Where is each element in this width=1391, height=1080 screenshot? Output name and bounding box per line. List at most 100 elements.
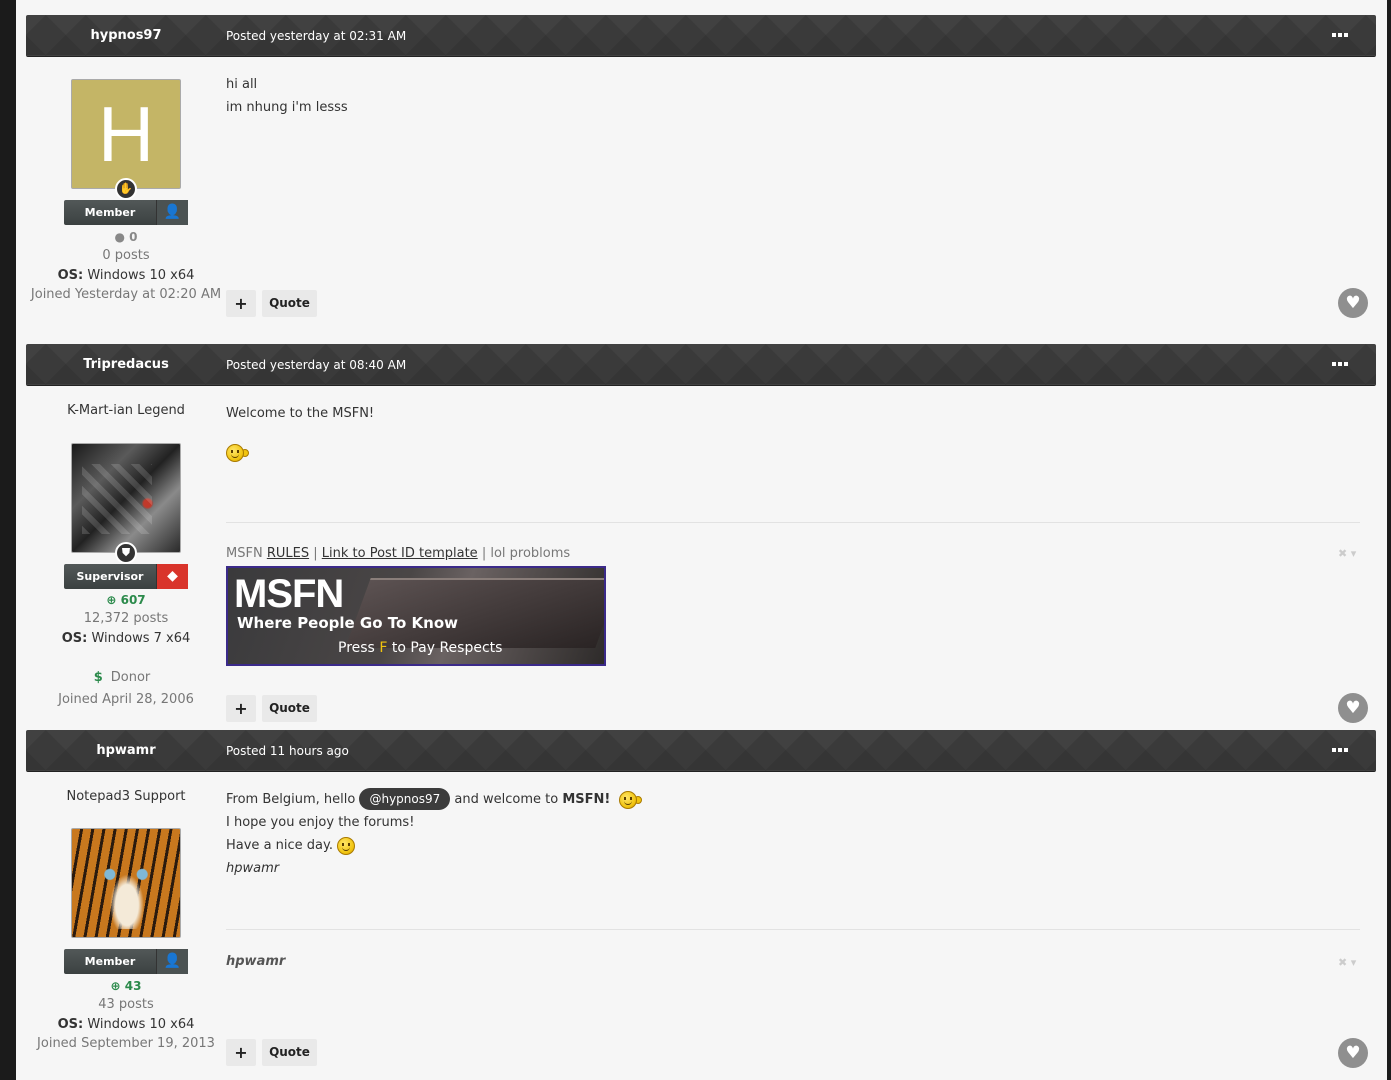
os-label: OS: [57,1017,84,1032]
post-line: Welcome to the MSFN! [226,406,375,421]
user-title: K-Mart-ian Legend [67,403,185,418]
group-label: Member [84,955,136,968]
chevron-down-icon[interactable]: ▾ [1351,547,1357,560]
group-badge: Member 👤 [64,949,188,974]
post-id-template-link[interactable]: Link to Post ID template [322,546,478,561]
ellipsis-icon[interactable] [1332,32,1350,38]
banner-title: MSFN [234,572,344,616]
multiquote-button[interactable]: + [226,695,256,722]
os-info: OS: Windows 10 x64 [26,268,226,283]
post-date[interactable]: Posted yesterday at 02:31 AM [226,15,406,57]
post-line: hpwamr [226,861,280,876]
multiquote-button[interactable]: + [226,290,256,317]
reputation-value: 0 [129,230,138,244]
signature-divider [226,522,1360,523]
msfn-bold: MSFN! [562,792,611,807]
plus-circle-icon: ⊕ [110,979,121,993]
post-body: Welcome to the MSFN! [226,402,374,464]
post-line: I hope you enjoy the forums! [226,815,415,830]
mention-link[interactable]: @hypnos97 [359,788,451,810]
multiquote-button[interactable]: + [226,1039,256,1066]
close-icon[interactable]: ✖ [1338,956,1347,969]
signature-controls[interactable]: ✖ ▾ [1338,547,1356,560]
post-count: 0 posts [102,248,150,263]
ellipsis-icon[interactable] [1332,361,1350,367]
group-label: Member [84,206,136,219]
sig-separator: | [481,546,487,561]
post-hypnos97: hypnos97 Posted yesterday at 02:31 AM H … [26,15,1376,335]
post-date[interactable]: Posted 11 hours ago [226,730,349,772]
banner-press: Press [338,640,375,656]
chevron-down-icon[interactable]: ▾ [1351,956,1357,969]
signature-controls[interactable]: ✖ ▾ [1338,956,1356,969]
signature-divider [226,929,1360,930]
quote-button[interactable]: Quote [262,1039,317,1066]
smiley-icon [337,836,356,855]
os-value: Windows 10 x64 [87,1017,195,1032]
smiley-wave-icon [226,443,244,462]
author-name-link[interactable]: Tripredacus [26,344,226,386]
post-date[interactable]: Posted yesterday at 08:40 AM [226,344,406,386]
os-value: Windows 7 x64 [91,631,191,646]
close-icon[interactable]: ✖ [1338,547,1347,560]
heart-icon[interactable]: ♥ [1338,1038,1368,1068]
smiley-wave-icon [618,790,637,809]
author-name-link[interactable]: hpwamr [26,730,226,772]
quote-button[interactable]: Quote [262,695,317,722]
post-line: hi all [226,77,258,92]
user-title: Notepad3 Support [66,789,186,804]
author-name-link[interactable]: hypnos97 [26,15,226,57]
post-header: Tripredacus Posted yesterday at 08:40 AM [26,344,1376,386]
os-info: OS: Windows 7 x64 [26,631,226,646]
shield-icon[interactable]: ⛊ [115,542,137,564]
sig-prefix: MSFN [226,546,263,561]
post-count: 43 posts [98,997,154,1012]
post-body: hi all im nhung i'm lesss [226,73,348,119]
quote-button[interactable]: Quote [262,290,317,317]
reputation-value: 607 [120,593,146,607]
avatar[interactable]: H [71,79,181,189]
diamond-icon: ◆ [156,564,188,589]
welcome-text: and welcome to [454,792,559,807]
reputation[interactable]: ⊕ 607 [26,593,226,607]
avatar-letter: H [97,90,155,178]
post-body: From Belgium, hello @hypnos97 and welcom… [226,788,642,880]
donor-badge: $ Donor [26,670,226,685]
signature-banner[interactable]: MSFN Where People Go To Know Press F to … [226,566,606,666]
nice-day-text: Have a nice day. [226,838,333,853]
dollar-icon: $ [93,670,103,685]
joined-date: Joined September 19, 2013 [37,1036,215,1051]
heart-icon[interactable]: ♥ [1338,288,1368,318]
reputation[interactable]: ⊕ 43 [26,979,226,993]
hand-icon[interactable]: ✋ [115,178,137,200]
banner-press-line: Press F to Pay Respects [338,640,502,656]
banner-key: F [379,640,388,656]
os-label: OS: [57,268,84,283]
os-value: Windows 10 x64 [87,268,195,283]
person-icon: 👤 [156,200,188,225]
ellipsis-icon[interactable] [1332,747,1350,753]
avatar[interactable] [71,443,181,553]
os-label: OS: [61,631,88,646]
post-line: From Belgium, hello @hypnos97 and welcom… [226,788,642,811]
dot-icon: ● [114,230,125,244]
rules-link[interactable]: RULES [267,546,309,561]
post-tripredacus: Tripredacus Posted yesterday at 08:40 AM… [26,344,1376,726]
person-icon: 👤 [156,949,188,974]
heart-icon[interactable]: ♥ [1338,693,1368,723]
reputation[interactable]: ● 0 [26,230,226,244]
joined-date: Joined Yesterday at 02:20 AM [30,287,222,302]
post-header: hpwamr Posted 11 hours ago [26,730,1376,772]
os-info: OS: Windows 10 x64 [26,1017,226,1032]
reputation-value: 43 [124,979,142,993]
posts-stream: hypnos97 Posted yesterday at 02:31 AM H … [16,0,1387,1080]
post-count: 12,372 posts [83,611,169,626]
signature-text: hpwamr [226,954,286,969]
post-line: im nhung i'm lesss [226,100,348,115]
banner-subtitle: Where People Go To Know [237,614,459,632]
avatar[interactable] [71,828,181,938]
donor-label: Donor [110,670,151,685]
post-header: hypnos97 Posted yesterday at 02:31 AM [26,15,1376,57]
joined-date: Joined April 28, 2006 [58,692,194,707]
sig-suffix: lol probloms [490,546,571,561]
